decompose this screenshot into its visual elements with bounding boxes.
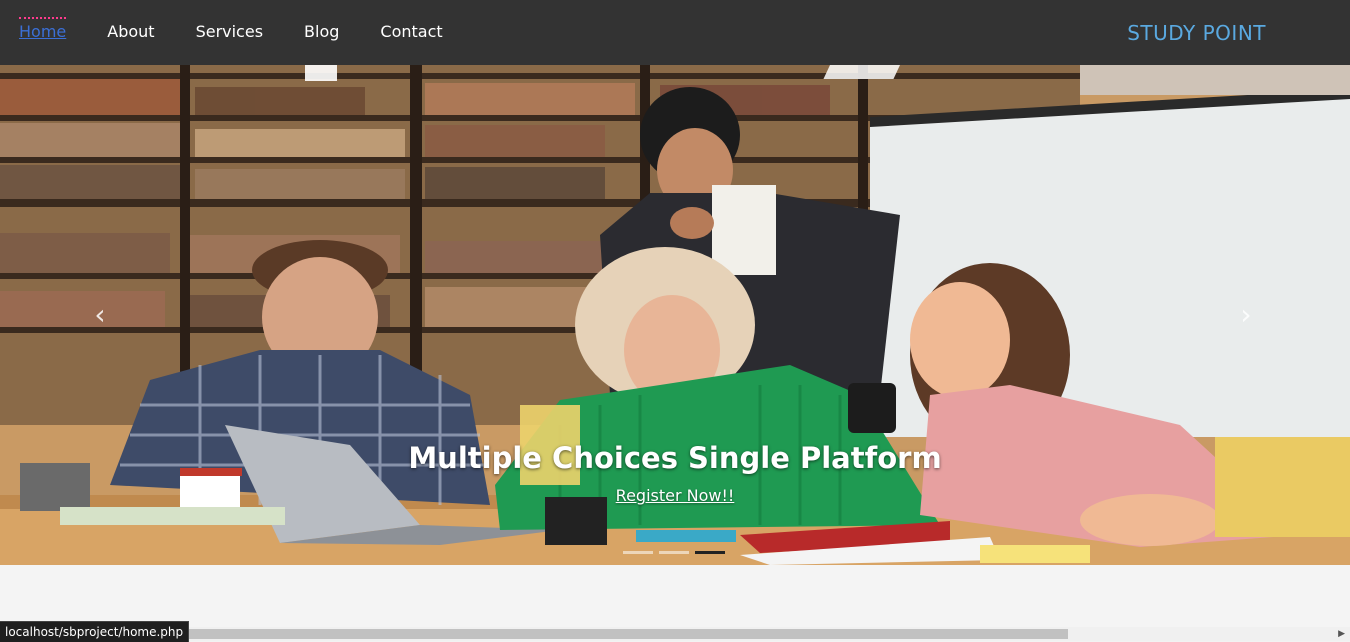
carousel-indicator-2[interactable]: [659, 551, 689, 554]
page-content-area: [0, 565, 1350, 627]
carousel-prev-chevron-left-icon[interactable]: ‹: [88, 300, 112, 330]
hero-carousel: ‹ › Multiple Choices Single Platform Reg…: [0, 65, 1350, 565]
carousel-indicator-1[interactable]: [623, 551, 653, 554]
carousel-indicator-3[interactable]: [695, 551, 725, 554]
nav-link-contact[interactable]: Contact: [380, 20, 442, 44]
caption-title: Multiple Choices Single Platform: [408, 441, 942, 475]
nav-link-home[interactable]: Home: [19, 17, 67, 44]
scroll-right-arrow-icon[interactable]: ▶: [1338, 628, 1345, 640]
nav-links: Home About Services Blog Contact: [19, 17, 484, 44]
carousel-caption: Multiple Choices Single Platform Registe…: [0, 438, 1350, 505]
nav-link-services[interactable]: Services: [196, 20, 263, 44]
brand-logo-text[interactable]: STUDY POINT: [1127, 20, 1266, 46]
carousel-next-chevron-right-icon[interactable]: ›: [1234, 300, 1258, 330]
horizontal-scrollbar[interactable]: ▶: [0, 627, 1350, 641]
top-navbar: Home About Services Blog Contact STUDY P…: [0, 0, 1350, 65]
nav-link-about[interactable]: About: [107, 20, 154, 44]
register-now-link[interactable]: Register Now!!: [616, 486, 735, 505]
status-bar-url: localhost/sbproject/home.php: [0, 621, 190, 642]
carousel-indicators: [623, 551, 725, 554]
nav-link-blog[interactable]: Blog: [304, 20, 339, 44]
